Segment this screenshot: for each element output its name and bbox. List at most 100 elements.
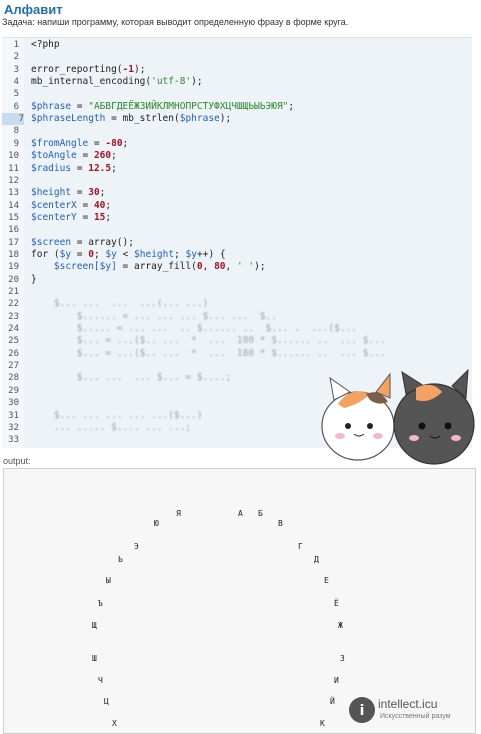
line-number: 2 xyxy=(13,52,19,63)
line-number: 4 xyxy=(13,77,19,88)
cats-illustration xyxy=(321,368,475,465)
line-number: 1 xyxy=(13,40,19,50)
output-char: Е xyxy=(324,576,329,585)
line-code: ... ..... $.... ... ...; xyxy=(31,421,192,433)
line-number: 20 xyxy=(8,274,19,285)
code-line: 10 $toAngle = 260; xyxy=(2,150,472,162)
code-editor[interactable]: 1 <?php 2 3 error_reporting(-1); 4 mb_internal… xyxy=(2,37,475,465)
svg-text:i: i xyxy=(360,703,365,719)
line-number: 30 xyxy=(8,398,19,409)
line-number: 27 xyxy=(8,361,19,372)
line-code: <?php xyxy=(31,39,60,50)
line-code: } xyxy=(31,273,37,285)
line-code: $radius = 12.5; xyxy=(31,162,117,174)
output-char: Б xyxy=(258,509,263,518)
line-code: $height = 30; xyxy=(31,187,106,199)
line-number: 15 xyxy=(8,212,19,223)
output-char: Й xyxy=(330,697,335,706)
output-char: Ё xyxy=(334,599,339,608)
line-number: 5 xyxy=(13,89,19,100)
line-number: 10 xyxy=(8,151,19,162)
line-number: 25 xyxy=(8,336,19,347)
line-number: 21 xyxy=(8,287,19,297)
output-char: И xyxy=(334,676,339,685)
line-number: 22 xyxy=(8,299,19,310)
code-line: 9 $fromAngle = -80; xyxy=(2,138,472,150)
line-number: 14 xyxy=(8,200,19,211)
line-code: mb_internal_encoding('utf-8'); xyxy=(31,76,203,88)
line-code: $... ... ... ... ...($...) xyxy=(31,409,203,421)
line-code: for ($y = 0; $y < $height; $y++) { xyxy=(31,248,226,260)
line-number: 13 xyxy=(8,188,19,199)
line-number: 6 xyxy=(13,101,19,112)
line-number: 23 xyxy=(8,311,19,322)
output-char: В xyxy=(278,519,283,528)
code-line: 17 $screen = array(); xyxy=(2,237,472,249)
intellect-logo-icon: i xyxy=(349,697,375,723)
code-line: 20} xyxy=(2,274,472,286)
code-line: 3 error_reporting(-1); xyxy=(2,64,472,76)
code-line: 25 $... = ...($.. ... * ... 180 * $.....… xyxy=(2,335,472,347)
code-line: 22 $... ... ... ...(... ...) xyxy=(2,298,472,310)
output-char: Э xyxy=(134,542,139,551)
line-code: $screen[$y] = array_fill(0, 80, ' '); xyxy=(53,261,266,273)
output-char: Ц xyxy=(104,697,109,706)
code-line: 8 xyxy=(2,125,472,137)
output-char: Ы xyxy=(106,576,111,585)
watermark-subtitle: Искусственный разум xyxy=(380,713,451,720)
output-char: Ю xyxy=(154,519,159,528)
line-code: $...... = ... ... ... $... ... $.. xyxy=(31,310,277,322)
code-line: 6 $phrase = "АБВГДЕЁЖЗИЙКЛМНОПРСТУФХЦЧШЩЬ… xyxy=(2,101,472,113)
line-number: 7 xyxy=(2,113,24,126)
output-char: Ж xyxy=(338,621,343,630)
code-line: 12 xyxy=(2,175,472,187)
line-code: $screen = array(); xyxy=(31,236,134,248)
code-line: 19 $screen[$y] = array_fill(0, 80, ' '); xyxy=(2,261,472,273)
task-description: Задача: напиши программу, которая выводи… xyxy=(2,17,349,27)
page-title: Алфавит xyxy=(4,2,63,17)
code-line: 18 for ($y = 0; $y < $height; $y++) { xyxy=(2,249,472,261)
line-number: 18 xyxy=(8,249,19,260)
line-number: 12 xyxy=(8,175,19,186)
line-code: $toAngle = 260; xyxy=(31,150,117,162)
line-number: 11 xyxy=(8,163,19,174)
line-code: $phrase = "АБВГДЕЁЖЗИЙКЛМНОПРСТУФХЦЧШЩЬЫ… xyxy=(31,100,295,112)
output-char: Д xyxy=(314,555,319,564)
line-code: $... = ...($.. ... * ... 180 * $...... .… xyxy=(31,335,386,347)
output-char: Щ xyxy=(92,621,97,630)
line-number: 32 xyxy=(8,422,19,433)
line-number: 3 xyxy=(13,64,19,75)
code-line: 16 xyxy=(2,224,472,236)
output-char: Х xyxy=(112,719,117,728)
line-code: $phraseLength = mb_strlen($phrase); xyxy=(31,113,232,125)
line-code: $..... = ... ... .. $...... .. $... . ..… xyxy=(31,323,358,335)
line-number: 9 xyxy=(13,138,19,149)
output-char: Ъ xyxy=(98,599,103,608)
code-line: 26 $... = ...($.. ... * ... 180 * $.....… xyxy=(2,348,472,360)
code-line: 11 $radius = 12.5; xyxy=(2,163,472,175)
output-char: А xyxy=(238,509,243,518)
line-number: 24 xyxy=(8,324,19,335)
line-code: $... = ...($.. ... * ... 180 * $...... .… xyxy=(31,347,386,359)
code-line: 5 xyxy=(2,88,472,100)
output-char: Я xyxy=(176,509,181,518)
watermark: i intellect.icu Искусственный разум xyxy=(348,694,478,728)
output-char: Ь xyxy=(118,555,123,564)
code-line: 7 $phraseLength = mb_strlen($phrase); xyxy=(2,113,472,126)
code-line: 24 $..... = ... ... .. $...... .. $... .… xyxy=(2,323,472,335)
code-line: 21 xyxy=(2,286,472,298)
code-line: 13 $height = 30; xyxy=(2,187,472,199)
line-number: 26 xyxy=(8,348,19,359)
line-code: $centerX = 40; xyxy=(31,199,112,211)
line-code: $centerY = 15; xyxy=(31,211,112,223)
code-line: 23 $...... = ... ... ... $... ... $.. xyxy=(2,311,472,323)
line-code: $fromAngle = -80; xyxy=(31,137,129,149)
line-number: 16 xyxy=(8,225,19,236)
output-char: К xyxy=(320,719,325,728)
line-number: 19 xyxy=(8,262,19,273)
code-line: 1 <?php xyxy=(2,39,472,51)
line-number: 28 xyxy=(8,373,19,384)
code-line: 14 $centerX = 40; xyxy=(2,200,472,212)
code-line: 4 mb_internal_encoding('utf-8'); xyxy=(2,76,472,88)
output-char: Ч xyxy=(98,676,103,685)
